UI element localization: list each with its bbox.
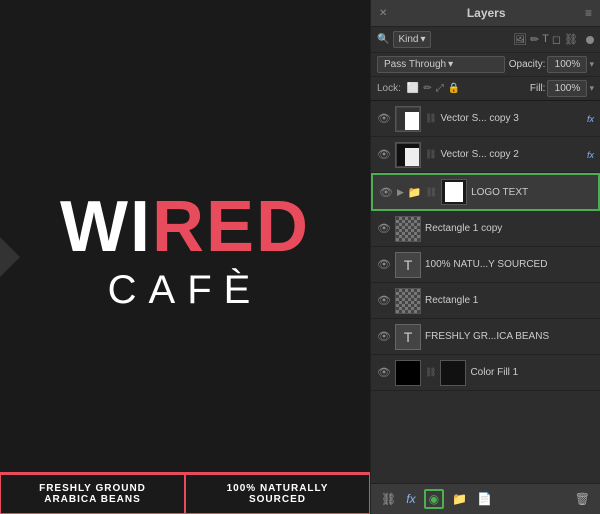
canvas-area: WIRED CAFÈ FRESHLY GROUND ARABICA BEANS … [0,0,370,514]
canvas-arrow-left [0,237,20,277]
eye-icon-7[interactable]: 👁 [377,366,391,379]
eye-icon-6[interactable]: 👁 [377,330,391,343]
fill-label: Fill: [530,83,546,94]
panel-title: Layers [467,6,506,20]
layer-name-2: LOGO TEXT [471,187,592,198]
filter-kind-dropdown[interactable]: Kind ▾ [393,31,430,48]
filter-row: 🔍 Kind ▾ 🖼 ✏ T ◻ ⛓ [371,27,600,53]
layer-name-1: Vector S... copy 2 [440,149,583,160]
bottom-bar-subtitle-1: SOURCED [196,494,359,505]
layer-thumb-2 [441,179,467,205]
layers-list: 👁 ⛓ Vector S... copy 3 fx 👁 ⛓ Vector S..… [371,101,600,483]
opacity-control: Opacity: 100% ▾ [509,56,594,73]
filter-kind-label: Kind [398,34,418,45]
bottom-bar-item-1: 100% NATURALLY SOURCED [185,474,370,514]
filter-pen-icon[interactable]: ✏ [530,33,539,46]
layer-thumb-1 [395,142,421,168]
layer-item-vector-copy3[interactable]: 👁 ⛓ Vector S... copy 3 fx [371,101,600,137]
filter-dropdown-arrow: ▾ [420,34,425,45]
opacity-value[interactable]: 100% [547,56,587,73]
lock-paint-icon[interactable]: ✏ [423,83,431,94]
blend-mode-row: Pass Through ▾ Opacity: 100% ▾ [371,53,600,77]
fill-value[interactable]: 100% [547,80,587,97]
layer-item-logo-text[interactable]: 👁 ▶ 📁 ⛓ LOGO TEXT [371,173,600,211]
layer-item-color-fill[interactable]: 👁 ⛓ Color Fill 1 [371,355,600,391]
layer-thumb-4: T [395,252,421,278]
chain-icon-1: ⛓ [425,149,436,160]
lock-label: Lock: [377,83,401,94]
lock-pixels-icon[interactable]: ⬜ [407,83,419,94]
layer-item-freshly[interactable]: 👁 T FRESHLY GR...ICA BEANS [371,319,600,355]
layer-thumb-3 [395,216,421,242]
panel-toolbar: ⛓ fx ◉ 📁 📄 🗑 [371,483,600,514]
layers-panel: ✕ Layers ≡ 🔍 Kind ▾ 🖼 ✏ T ◻ ⛓ Pass Throu… [370,0,600,514]
delete-layer-button[interactable]: 🗑 [573,490,592,508]
filter-link-icon[interactable]: ⛓ [564,33,578,46]
layer-item-rect-copy[interactable]: 👁 Rectangle 1 copy [371,211,600,247]
blend-dropdown-arrow: ▾ [448,59,453,70]
opacity-label: Opacity: [509,59,546,70]
panel-header: ✕ Layers ≡ [371,0,600,27]
chain-icon-0: ⛓ [425,113,436,124]
layer-item-vector-copy2[interactable]: 👁 ⛓ Vector S... copy 2 fx [371,137,600,173]
eye-icon-3[interactable]: 👁 [377,222,391,235]
new-group-button[interactable]: 📁 [450,490,469,508]
panel-close-button[interactable]: ✕ [379,8,387,19]
layer-style-button[interactable]: ◉ [424,489,444,509]
bottom-bar-title-0: FRESHLY GROUND [11,483,174,494]
layer-thumb-7 [395,360,421,386]
blend-mode-label: Pass Through [384,59,446,70]
fill-arrow: ▾ [589,83,594,94]
bottom-bar-item-0: FRESHLY GROUND ARABICA BEANS [0,474,185,514]
layer-item-100nat[interactable]: 👁 T 100% NATU...Y SOURCED [371,247,600,283]
folder-icon-2: 📁 [408,186,422,199]
chain-icon-7: ⛓ [425,367,436,378]
panel-menu-icon[interactable]: ≡ [585,6,592,20]
layer-name-7: Color Fill 1 [470,367,594,378]
eye-icon-0[interactable]: 👁 [377,112,391,125]
cafe-text: CAFÈ [60,268,310,313]
layer-thumb-6: T [395,324,421,350]
opacity-arrow: ▾ [589,59,594,70]
layer-name-6: FRESHLY GR...ICA BEANS [425,331,594,342]
layer-item-rect1[interactable]: 👁 Rectangle 1 [371,283,600,319]
fx-badge-1: fx [587,150,594,160]
eye-icon-2[interactable]: 👁 [379,186,393,199]
wired-red: RED [152,187,310,267]
lock-all-icon[interactable]: 🔒 [448,83,460,94]
blend-mode-dropdown[interactable]: Pass Through ▾ [377,56,505,73]
layer-arrow-2[interactable]: ▶ [397,187,404,198]
layer-name-5: Rectangle 1 [425,295,594,306]
lock-transform-icon[interactable]: ⤢ [436,83,444,94]
layer-thumb-5 [395,288,421,314]
bottom-bar-title-1: 100% NATURALLY [196,483,359,494]
layer-thumb-0 [395,106,421,132]
filter-icons: 🖼 ✏ T ◻ ⛓ [513,33,578,46]
lock-icons: ⬜ ✏ ⤢ 🔒 [407,83,460,94]
chain-icon-2: ⛓ [426,187,437,198]
search-icon: 🔍 [377,34,389,45]
bottom-bar-subtitle-0: ARABICA BEANS [11,494,174,505]
layer-name-3: Rectangle 1 copy [425,223,594,234]
fx-badge-0: fx [587,114,594,124]
filter-text-icon[interactable]: T [542,33,549,46]
eye-icon-5[interactable]: 👁 [377,294,391,307]
layer-thumb-7b [440,360,466,386]
eye-icon-4[interactable]: 👁 [377,258,391,271]
fill-control: Fill: 100% ▾ [530,80,594,97]
filter-toggle-dot[interactable] [586,36,594,44]
wired-logo-text: WIRED [60,191,310,263]
layer-name-4: 100% NATU...Y SOURCED [425,259,594,270]
wired-wi: WI [60,187,152,267]
layer-name-0: Vector S... copy 3 [440,113,583,124]
link-layers-button[interactable]: ⛓ [379,490,398,508]
filter-shape-icon[interactable]: ◻ [552,33,561,46]
new-layer-button[interactable]: 📄 [475,490,494,508]
eye-icon-1[interactable]: 👁 [377,148,391,161]
fx-button[interactable]: fx [404,490,417,508]
canvas-bottom-bar: FRESHLY GROUND ARABICA BEANS 100% NATURA… [0,472,370,514]
filter-image-icon[interactable]: 🖼 [513,33,527,46]
lock-row: Lock: ⬜ ✏ ⤢ 🔒 Fill: 100% ▾ [371,77,600,101]
canvas-logo: WIRED CAFÈ [60,191,310,313]
